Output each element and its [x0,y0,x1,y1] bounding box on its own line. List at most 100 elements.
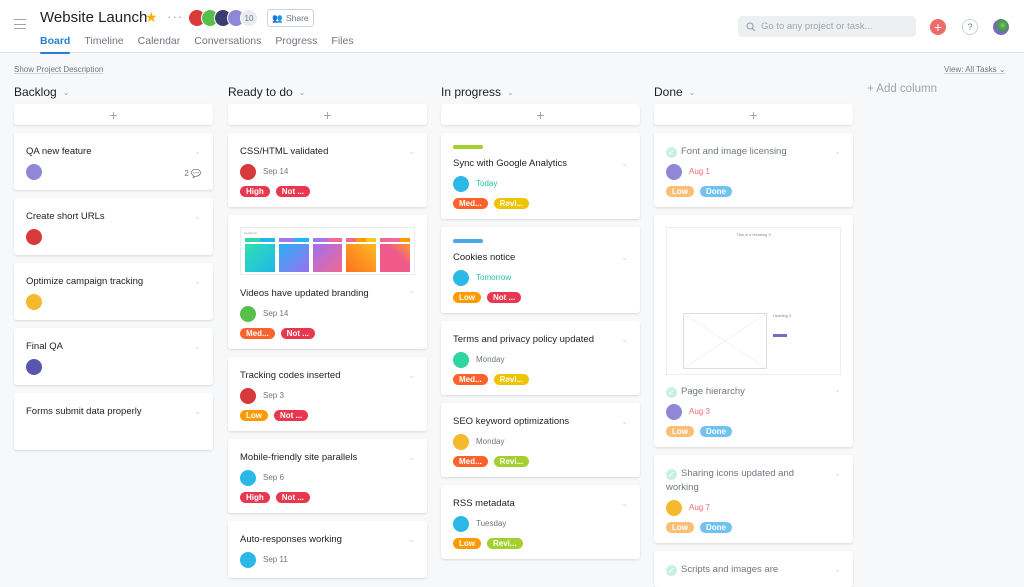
chevron-down-icon[interactable]: ⌄ [834,565,841,574]
chevron-down-icon[interactable]: ⌄ [834,469,841,478]
tab-board[interactable]: Board [40,35,71,54]
check-icon[interactable]: ✓ [666,387,677,398]
task-card[interactable]: RSS metadata ⌄ Tuesday Low Revi... [441,485,640,559]
user-avatar[interactable] [993,19,1009,35]
column-header[interactable]: Backlog ⌄ [14,82,213,102]
chevron-down-icon[interactable]: ⌄ [834,147,841,156]
comment-count[interactable]: 2 💬 [184,169,201,178]
status-tag[interactable]: Not ... [275,186,310,197]
star-icon[interactable]: ★ [145,9,158,26]
priority-tag[interactable]: High [240,186,270,197]
chevron-down-icon[interactable]: ⌄ [408,453,415,462]
thumbnail-heading: This is a Heading 3 [736,232,771,237]
chevron-down-icon[interactable]: ⌄ [689,88,696,97]
task-card[interactable]: Cookies notice ⌄ Tomorrow Low Not ... [441,227,640,313]
attachment-thumbnail[interactable]: Gradients [240,227,415,275]
task-card[interactable]: Forms submit data properly ⌄ [14,393,213,450]
task-card[interactable]: Optimize campaign tracking ⌄ [14,263,213,320]
tab-files[interactable]: Files [331,35,353,53]
task-card[interactable]: Create short URLs ⌄ [14,198,213,255]
task-card[interactable]: SEO keyword optimizations ⌄ Monday Med... Re… [441,403,640,477]
status-tag[interactable]: Not ... [280,328,315,339]
priority-tag[interactable]: Low [666,522,694,533]
chevron-down-icon[interactable]: ⌄ [194,212,201,221]
add-task-button[interactable]: + [654,104,853,125]
column-header[interactable]: Done ⌄ [654,82,853,102]
chevron-down-icon[interactable]: ⌄ [194,342,201,351]
task-card[interactable]: This is a Heading 3 Heading 3 ✓ Page hier… [654,215,853,447]
column-header[interactable]: Ready to do ⌄ [228,82,427,102]
chevron-down-icon[interactable]: ⌄ [621,417,628,426]
priority-tag[interactable]: Med... [453,374,488,385]
chevron-down-icon[interactable]: ⌄ [194,407,201,416]
chevron-down-icon[interactable]: ⌄ [63,88,70,97]
show-description-link[interactable]: Show Project Description [14,65,103,74]
chevron-down-icon[interactable]: ⌄ [621,335,628,344]
chevron-down-icon[interactable]: ⌄ [299,88,306,97]
chevron-down-icon[interactable]: ⌄ [408,147,415,156]
task-card[interactable]: Mobile-friendly site parallels ⌄ Sep 6 High… [228,439,427,513]
share-button[interactable]: 👥 Share [267,9,314,27]
status-tag[interactable]: Not ... [274,410,309,421]
priority-tag[interactable]: Low [666,186,694,197]
tab-calendar[interactable]: Calendar [138,35,181,53]
chevron-down-icon[interactable]: ⌄ [194,277,201,286]
hamburger-icon[interactable] [14,19,26,29]
priority-tag[interactable]: Low [453,538,481,549]
status-tag[interactable]: Revi... [493,374,530,385]
status-tag[interactable]: Done [700,186,732,197]
column-header[interactable]: In progress ⌄ [441,82,640,102]
check-icon[interactable]: ✓ [666,147,677,158]
task-card[interactable]: Tracking codes inserted ⌄ Sep 3 Low Not ... [228,357,427,431]
search-input[interactable]: Go to any project or task... [738,16,916,37]
priority-tag[interactable]: Med... [240,328,275,339]
chevron-down-icon[interactable]: ⌄ [621,499,628,508]
task-card[interactable]: QA new feature ⌄ 2 💬 [14,133,213,190]
chevron-down-icon[interactable]: ⌄ [621,253,628,262]
status-tag[interactable]: Done [700,522,732,533]
task-card[interactable]: Terms and privacy policy updated ⌄ Monday M… [441,321,640,395]
priority-tag[interactable]: Low [453,292,481,303]
help-button[interactable]: ? [962,19,978,35]
priority-tag[interactable]: Low [666,426,694,437]
task-card[interactable]: ✓ Sharing icons updated and working ⌄ Aug 7… [654,455,853,543]
add-task-button[interactable]: + [228,104,427,125]
priority-tag[interactable]: High [240,492,270,503]
add-task-button[interactable]: + [14,104,213,125]
add-task-button[interactable]: + [441,104,640,125]
status-tag[interactable]: Not ... [487,292,522,303]
status-tag[interactable]: Revi... [487,538,523,549]
task-card[interactable]: Gradients Videos have updated branding ⌄ S… [228,215,427,349]
task-card[interactable]: Auto-responses working ⌄ Sep 11 [228,521,427,578]
task-card[interactable]: ✓ Font and image licensing ⌄ Aug 1 Low Done [654,133,853,207]
chevron-down-icon[interactable]: ⌄ [408,286,415,295]
priority-tag[interactable]: Low [240,410,268,421]
attachment-thumbnail[interactable]: This is a Heading 3 Heading 3 [666,227,841,375]
project-members[interactable]: 10 [188,9,258,27]
chevron-down-icon[interactable]: ⌄ [507,88,514,97]
quick-add-button[interactable]: + [930,19,946,35]
status-tag[interactable]: Revi... [493,198,530,209]
task-card[interactable]: Sync with Google Analytics ⌄ Today Med... Re… [441,133,640,219]
check-icon[interactable]: ✓ [666,469,677,480]
task-card[interactable]: Final QA ⌄ [14,328,213,385]
tab-timeline[interactable]: Timeline [84,35,123,53]
task-card[interactable]: CSS/HTML validated ⌄ Sep 14 High Not ... [228,133,427,207]
chevron-down-icon[interactable]: ⌄ [408,371,415,380]
add-column-button[interactable]: + Add column [867,83,937,95]
view-filter-dropdown[interactable]: View: All Tasks ⌄ [944,65,1006,74]
priority-tag[interactable]: Med... [453,456,488,467]
tab-progress[interactable]: Progress [275,35,317,53]
chevron-down-icon[interactable]: ⌄ [408,535,415,544]
chevron-down-icon[interactable]: ⌄ [834,385,841,394]
task-name: Sharing icons updated and working [666,468,795,493]
chevron-down-icon[interactable]: ⌄ [194,147,201,156]
ellipsis-icon[interactable]: ··· [167,9,183,24]
priority-tag[interactable]: Med... [453,198,488,209]
status-tag[interactable]: Not ... [275,492,310,503]
status-tag[interactable]: Done [700,426,732,437]
tab-conversations[interactable]: Conversations [194,35,261,53]
chevron-down-icon[interactable]: ⌄ [621,159,628,168]
task-card[interactable]: ✓ Scripts and images are ⌄ [654,551,853,587]
status-tag[interactable]: Revi... [493,456,530,467]
